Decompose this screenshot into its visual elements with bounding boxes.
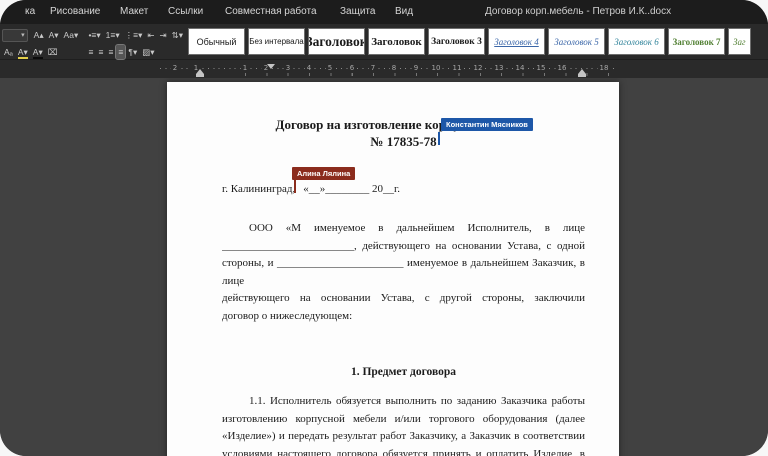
ruler-number: 18 [598,64,611,73]
clause-paragraph: 1.1. Исполнитель обязуется выполнить по … [222,393,585,456]
numbered-list-icon[interactable]: 1≡▾ [104,28,122,42]
ruler-number: 2 [171,64,179,73]
styles-gallery: Обычный Без интервала Заголовок Заголово… [188,28,751,56]
ruler-number: 5 [326,64,334,73]
formatting-toolbar: ▾ А▴ А▾ Аа▾ •≡▾ 1≡▾ ⋮≡▾ ⇤ ⇥ ⇅▾ Аₐ А▾ А▾ … [0,24,768,60]
ruler-number: 11 [451,64,464,73]
ruler-number: 10 [430,64,443,73]
align-center-icon[interactable]: ≡ [96,45,105,59]
ruler-number: 8 [390,64,398,73]
style-card-heading1[interactable]: Заголовок [308,28,365,55]
paragraph-line: действующего на основании Устава, с друг… [222,290,585,308]
left-indent-marker[interactable] [196,69,204,74]
style-card-heading3[interactable]: Заголовок 3 [428,28,485,55]
text-effects-icon[interactable]: Аₐ [2,45,15,59]
menu-item-collaboration[interactable]: Совместная работа [225,6,317,17]
style-card-heading6[interactable]: Заголовок 6 [608,28,665,55]
paragraph-marks-icon[interactable]: ¶▾ [126,45,139,59]
ruler-number: 12 [472,64,485,73]
font-color-icon[interactable]: А▾ [31,45,45,59]
style-card-heading7[interactable]: Заголовок 7 [668,28,725,55]
city-label: г. Калининград, [222,183,295,195]
document-page[interactable]: Константин Мясников Алина Лялина Договор… [167,82,619,456]
ruler-cm-ticks [245,73,611,76]
font-tools-group: ▾ А▴ А▾ Аа▾ •≡▾ 1≡▾ ⋮≡▾ ⇤ ⇥ ⇅▾ Аₐ А▾ А▾ … [0,24,186,60]
paragraph-line: условиями настоящего договора обязуется … [222,446,585,456]
collaborator-caret-konstantin [438,132,440,145]
collaborator-caret-alina [294,180,296,193]
ruler-number: 7 [369,64,377,73]
ruler-number: 16 [556,64,569,73]
ruler-number: 14 [514,64,527,73]
intro-paragraph: ООО «М именуемое в дальнейшем Исполнител… [222,220,585,325]
align-justify-icon[interactable]: ≡ [116,45,125,59]
style-card-heading4[interactable]: Заголовок 4 [488,28,545,55]
menu-item-view[interactable]: Вид [395,6,413,17]
ruler-number: 1 [241,64,249,73]
contract-title-line2: № 17835-78 [222,133,585,150]
paragraph-line: лице ___________________________________… [222,273,585,291]
align-left-icon[interactable]: ≡ [87,45,96,59]
style-card-normal[interactable]: Обычный [188,28,245,55]
line-spacing-icon[interactable]: ⇅▾ [170,28,185,42]
collaborator-flag-konstantin: Константин Мясников [441,118,533,131]
horizontal-ruler: 2 1 1 2 3 4 5 6 7 8 9 10 11 12 13 14 15 … [0,61,768,78]
ruler-number: 3 [284,64,292,73]
first-line-indent-marker[interactable] [267,64,275,69]
font-size-combo[interactable]: ▾ [2,29,28,42]
section-heading: 1. Предмет договора [222,364,585,381]
style-card-heading5[interactable]: Заголовок 5 [548,28,605,55]
multilevel-list-icon[interactable]: ⋮≡▾ [123,28,145,42]
document-canvas[interactable]: Константин Мясников Алина Лялина Договор… [0,78,768,456]
paragraph-line: ________________________, действующего н… [222,238,585,256]
style-card-no-spacing[interactable]: Без интервала [248,28,305,55]
ruler-number: 15 [535,64,548,73]
ruler-number: 13 [493,64,506,73]
grow-font-icon[interactable]: А▴ [32,28,46,42]
right-indent-marker[interactable] [578,69,586,74]
menu-item-drawing[interactable]: Рисование [50,6,100,17]
menu-item-protection[interactable]: Защита [340,6,375,17]
ruler-number: 9 [412,64,420,73]
change-case-icon[interactable]: Аа▾ [62,28,81,42]
ruler-number: 6 [348,64,356,73]
shading-icon[interactable]: ▨▾ [140,45,156,59]
menu-item-layout[interactable]: Макет [120,6,148,17]
paragraph-line: договор о нижеследующем: [222,308,585,326]
highlight-color-icon[interactable]: А▾ [16,45,30,59]
paragraph-line: стороны, и _______________________ имену… [222,255,585,273]
menu-item-clipped[interactable]: ка [25,6,35,17]
city-date-line: г. Калининград, «__»________ 20__г. [222,181,585,198]
app-window: ка Рисование Макет Ссылки Совместная раб… [0,0,768,456]
increase-indent-icon[interactable]: ⇥ [157,28,168,42]
paragraph-line: ООО «М именуемое в дальнейшем Исполнител… [222,220,585,238]
ruler-number: 4 [305,64,313,73]
menu-item-references[interactable]: Ссылки [168,6,203,17]
decrease-indent-icon[interactable]: ⇤ [145,28,156,42]
style-card-heading2[interactable]: Заголовок [368,28,425,55]
paragraph-line: 1.1. Исполнитель обязуется выполнить по … [222,393,585,411]
menubar: ка Рисование Макет Ссылки Совместная раб… [0,0,768,24]
style-card-heading8-clipped[interactable]: Заг [728,28,751,55]
paragraph-line: изготовлению корпусной мебели и/или торг… [222,411,585,429]
collaborator-flag-alina: Алина Лялина [292,167,355,180]
bullet-list-icon[interactable]: •≡▾ [86,28,102,42]
paragraph-line: «Изделие») и передать результат работ За… [222,428,585,446]
document-title: Договор корп.мебель - Петров И.К..docx [485,6,671,17]
clear-formatting-icon[interactable]: ⌧ [46,45,60,59]
date-placeholder: «__»________ 20__г. [303,183,400,195]
shrink-font-icon[interactable]: А▾ [47,28,61,42]
align-right-icon[interactable]: ≡ [106,45,115,59]
